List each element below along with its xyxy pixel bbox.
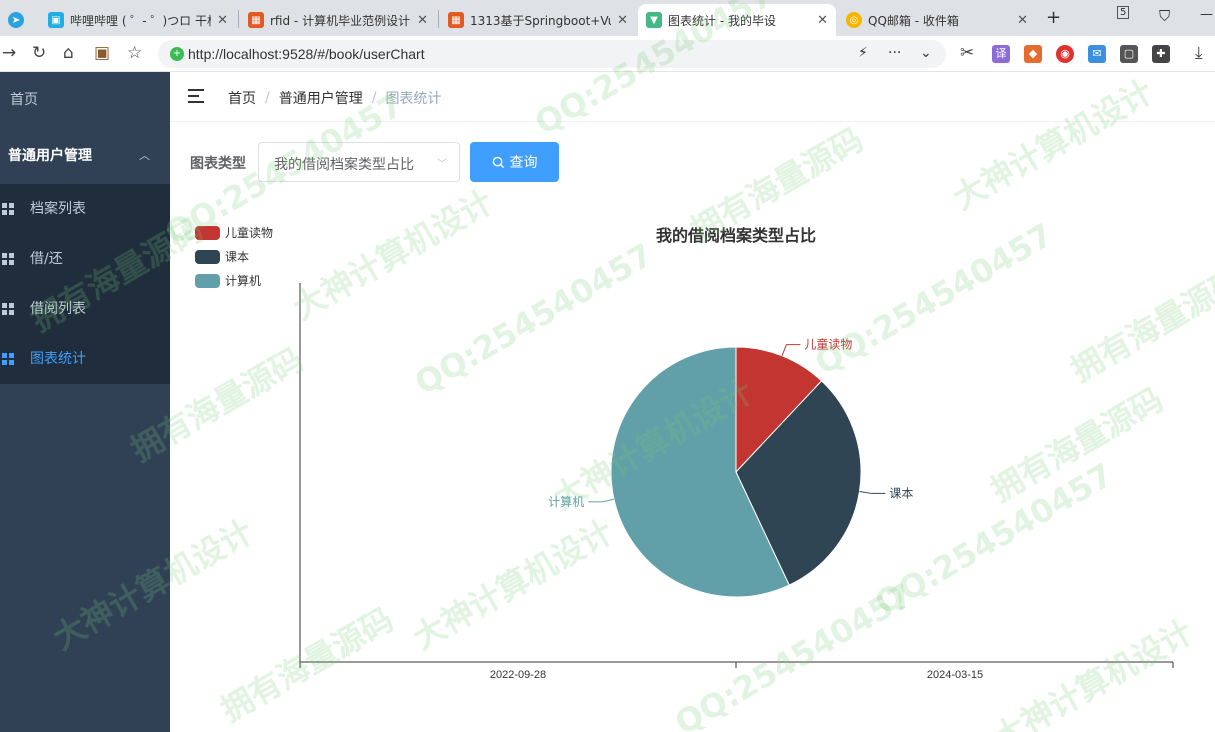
browser-tab-springboot[interactable]: ▦ 1313基于Springboot+Vue ✕: [440, 4, 636, 36]
shield-icon: +: [170, 47, 184, 61]
chevron-down-icon: ﹀: [437, 159, 447, 170]
forward-icon[interactable]: →: [2, 43, 16, 63]
chart-container: 我的借阅档案类型占比 2022-09-28 2024-03-15 儿童读物 课本 计算机儿…: [170, 195, 1215, 695]
lightning-icon[interactable]: ⚡: [858, 45, 868, 61]
chart-type-select[interactable]: 我的借阅档案类型占比 ﹀: [258, 142, 460, 182]
bookmark-star-icon[interactable]: ☆: [127, 43, 142, 63]
browser-tab-bilibili[interactable]: ▣ 哔哩哔哩 ( ゜- ゜)つロ 干杯 ✕: [40, 4, 236, 36]
chart-title: 我的借阅档案类型占比: [656, 226, 816, 245]
tab-count-badge[interactable]: 5: [1117, 6, 1130, 19]
grid-icon: [2, 303, 14, 315]
shirt-icon[interactable]: ⛉: [1159, 7, 1170, 25]
x-tick-label-0: 2022-09-28: [490, 669, 546, 681]
close-icon[interactable]: ✕: [1017, 13, 1028, 28]
sidebar: 首页 普通用户管理 ︿ 档案列表 借/还 借阅列表 图表统计: [0, 72, 170, 732]
translate-icon[interactable]: 译: [992, 45, 1010, 63]
qqmail-icon: ◎: [846, 12, 862, 28]
pie-leader-1: [859, 491, 886, 494]
breadcrumb-user-management[interactable]: 普通用户管理: [279, 88, 363, 108]
sidebar-item-label: 档案列表: [30, 201, 86, 217]
legend-swatch-1: [195, 250, 220, 264]
tab-divider: [238, 10, 239, 28]
weibo-icon[interactable]: ◉: [1056, 45, 1074, 63]
site-icon: ▦: [248, 12, 264, 28]
legend-swatch-2: [195, 274, 220, 288]
browser-tab-qqmail[interactable]: ◎ QQ邮箱 - 收件箱 ✕: [838, 4, 1036, 36]
close-icon[interactable]: ✕: [417, 13, 428, 28]
browser-toolbar: → ↻ ⌂ ▣ ☆ + http://localhost:9528/#/book…: [0, 36, 1215, 72]
legend-label-2: 计算机: [225, 273, 261, 288]
bilibili-icon: ▣: [48, 12, 64, 28]
sidebar-item-chart-stats[interactable]: 图表统计: [0, 334, 170, 384]
search-icon: [492, 156, 504, 168]
minimize-icon[interactable]: —: [1200, 7, 1213, 22]
legend-swatch-0: [195, 226, 220, 240]
top-navbar: 首页 / 普通用户管理 / 图表统计: [170, 72, 1215, 122]
breadcrumb: 首页 / 普通用户管理 / 图表统计: [228, 88, 441, 108]
sidebar-item-label: 借阅列表: [30, 301, 86, 317]
reader-icon[interactable]: ▢: [1120, 45, 1138, 63]
chevron-down-icon[interactable]: ⌄: [920, 45, 932, 61]
chart-type-selected-value: 我的借阅档案类型占比: [274, 157, 414, 173]
sidebar-item-home[interactable]: 首页: [0, 72, 170, 128]
briefcase-icon[interactable]: ▣: [94, 43, 110, 63]
close-icon[interactable]: ✕: [617, 13, 628, 28]
browser-tab-rfid[interactable]: ▦ rfid - 计算机毕业范例设计 ✕: [240, 4, 436, 36]
close-icon[interactable]: ✕: [817, 13, 828, 28]
breadcrumb-separator: /: [265, 90, 270, 106]
telegram-tab[interactable]: ➤: [0, 4, 36, 36]
sidebar-item-borrow-return[interactable]: 借/还: [0, 234, 170, 284]
telegram-icon: ➤: [8, 12, 24, 28]
puzzle-icon[interactable]: ✚: [1152, 45, 1170, 63]
sidebar-group-user-management[interactable]: 普通用户管理 ︿: [0, 128, 170, 184]
pie-leader-0: [781, 344, 801, 356]
pie-label-1: 课本: [889, 486, 913, 500]
sidebar-item-label: 借/还: [30, 251, 63, 267]
download-icon[interactable]: ⤓: [1195, 43, 1203, 63]
legend-label-0: 儿童读物: [225, 225, 273, 240]
home-icon[interactable]: ⌂: [63, 43, 74, 63]
grid-icon: [2, 203, 14, 215]
tab-divider: [438, 10, 439, 28]
grid-icon: [2, 253, 14, 265]
vue-icon: ▼: [646, 12, 662, 28]
breadcrumb-separator: /: [371, 90, 377, 106]
browser-tab-chart[interactable]: ▼ 图表统计 - 我的毕设 ✕: [638, 4, 836, 36]
grid-icon: [2, 353, 14, 365]
chevron-up-icon: ︿: [139, 149, 150, 162]
mail-icon[interactable]: ✉: [1088, 45, 1106, 63]
pie-leader-2: [588, 498, 615, 503]
sidebar-item-archive-list[interactable]: 档案列表: [0, 184, 170, 234]
pie-label-2: 计算机: [548, 494, 584, 509]
breadcrumb-current: 图表统计: [385, 91, 442, 107]
more-icon[interactable]: ···: [888, 45, 901, 61]
x-tick-label-1: 2024-03-15: [927, 669, 983, 681]
site-icon: ▦: [448, 12, 464, 28]
breadcrumb-home[interactable]: 首页: [228, 88, 256, 108]
query-button[interactable]: 查询: [470, 142, 559, 182]
close-icon[interactable]: ✕: [217, 13, 228, 28]
address-bar[interactable]: + http://localhost:9528/#/book/userChart…: [158, 40, 946, 68]
url-text[interactable]: http://localhost:9528/#/book/userChart: [188, 46, 425, 62]
chart-type-label: 图表类型: [190, 156, 246, 172]
pie-label-0: 儿童读物: [804, 337, 852, 352]
pie-chart: 我的借阅档案类型占比2022-09-28 2024-03-15儿童读物课本计算机儿…: [195, 225, 1174, 681]
query-button-label: 查询: [509, 154, 538, 170]
new-tab-icon[interactable]: +: [1046, 7, 1061, 28]
scissors-icon[interactable]: ✂: [960, 43, 974, 63]
sidebar-group-label: 普通用户管理: [8, 148, 92, 164]
browser-tab-bar: ➤ ▣ 哔哩哔哩 ( ゜- ゜)つロ 干杯 ✕ ▦ rfid - 计算机毕业范例…: [0, 0, 1215, 36]
menu-toggle-icon[interactable]: [188, 89, 204, 103]
game-icon[interactable]: ◆: [1024, 45, 1042, 63]
sidebar-item-borrow-list[interactable]: 借阅列表: [0, 284, 170, 334]
reload-icon[interactable]: ↻: [32, 43, 46, 63]
legend-label-1: 课本: [225, 250, 249, 264]
sidebar-item-label: 图表统计: [30, 351, 86, 367]
